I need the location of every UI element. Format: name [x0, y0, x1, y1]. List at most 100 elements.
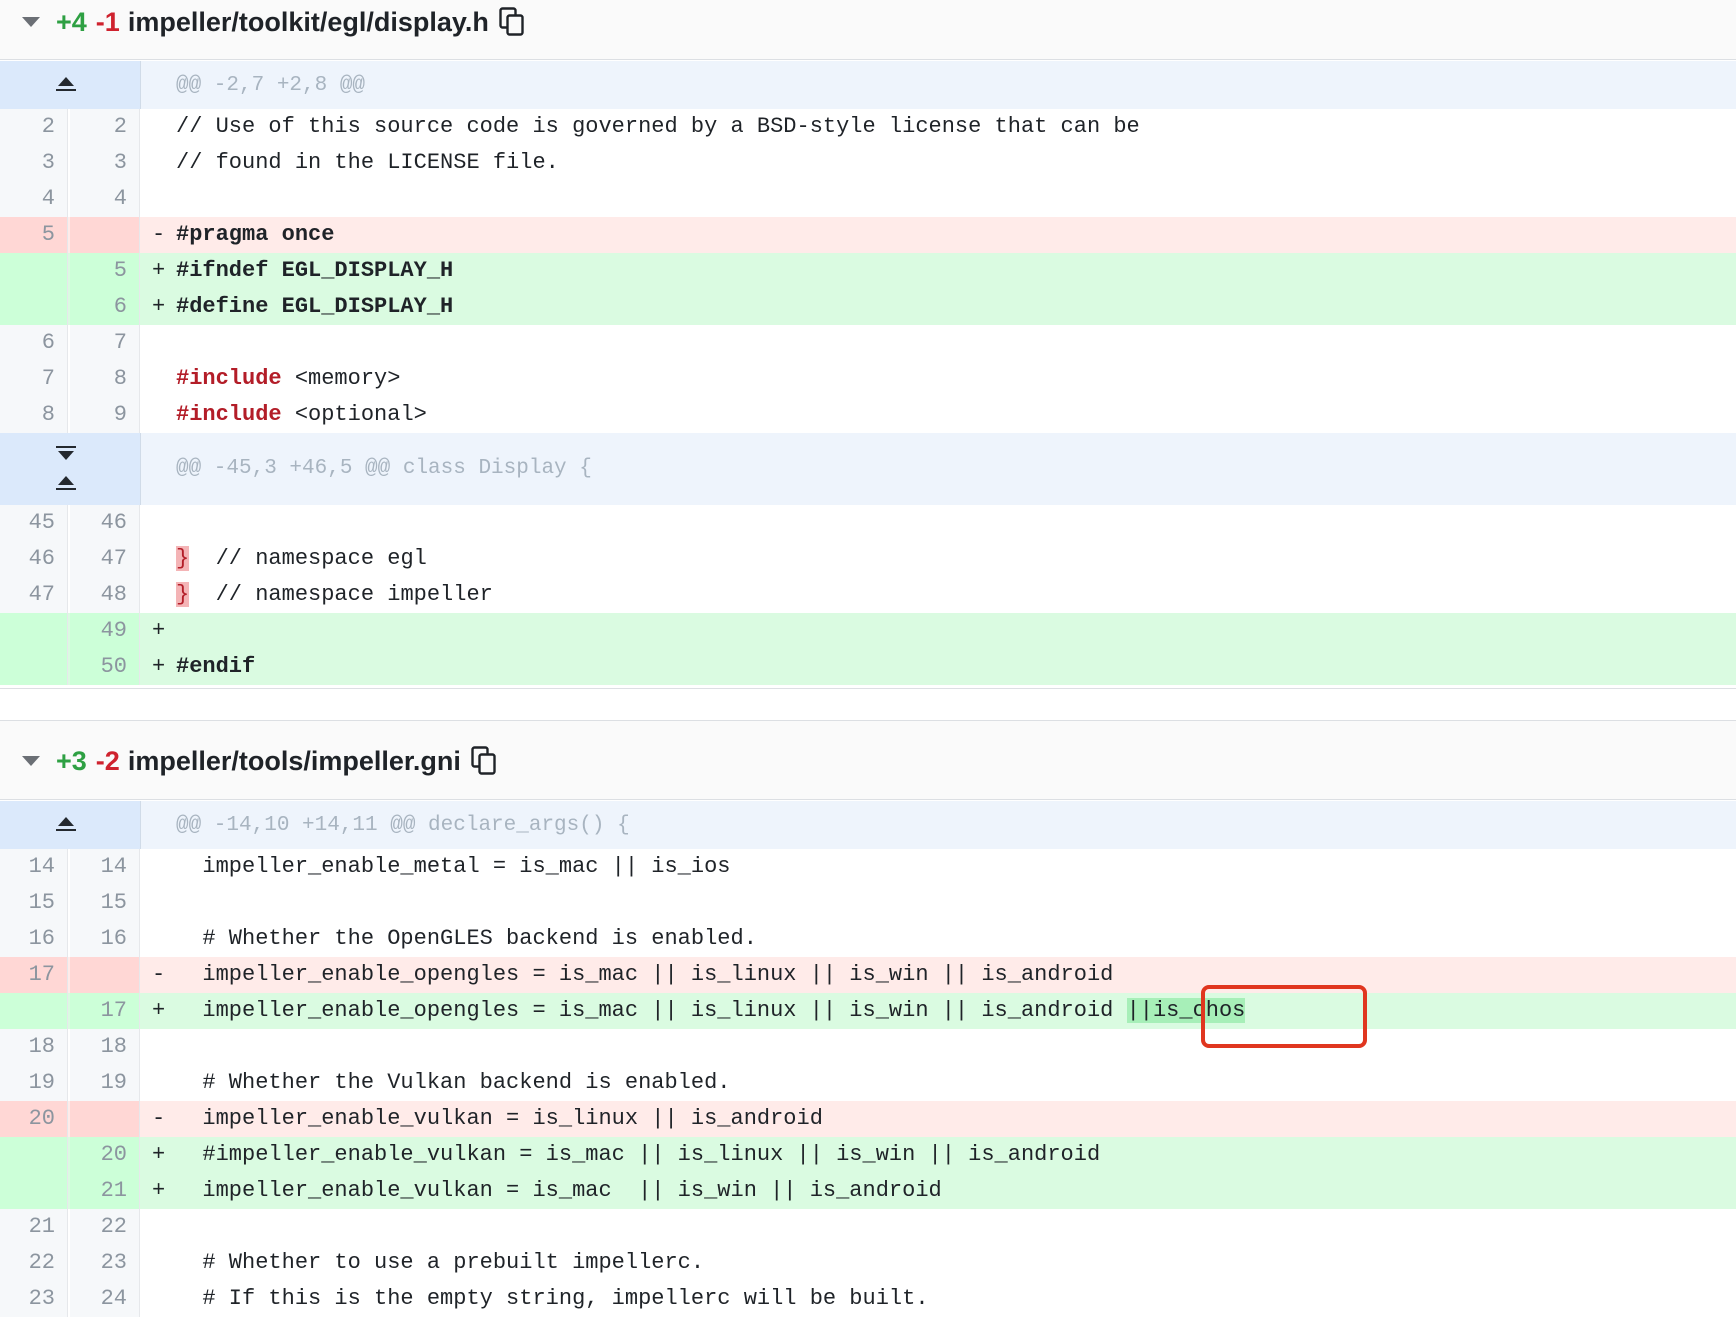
file-header: +4 -1 impeller/toolkit/egl/display.h [0, 0, 1736, 60]
diff-line: 6 7 [0, 325, 1736, 361]
hunk-header: @@ -45,3 +46,5 @@ class Display { [0, 433, 1736, 505]
expand-gutter [0, 433, 141, 505]
new-line-number[interactable]: 24 [70, 1281, 140, 1317]
new-line-number[interactable]: 5 [70, 253, 140, 289]
file-separator [0, 688, 1736, 689]
new-line-number[interactable]: 19 [70, 1065, 140, 1101]
collapse-chevron-icon[interactable] [22, 756, 40, 766]
diff-line: 14 14 impeller_enable_metal = is_mac || … [0, 849, 1736, 885]
expand-up-icon[interactable] [58, 476, 74, 485]
old-line-number[interactable]: 3 [0, 145, 68, 181]
code-rest: // namespace egl [189, 546, 427, 571]
new-line-number[interactable]: 9 [70, 397, 140, 433]
new-line-number[interactable]: 50 [70, 649, 140, 685]
old-line-number[interactable]: 20 [0, 1101, 68, 1137]
old-line-number[interactable]: 18 [0, 1029, 68, 1065]
annotation-highlight-box [1201, 985, 1367, 1048]
file-name[interactable]: impeller/toolkit/egl/display.h [128, 7, 489, 38]
old-line-number[interactable] [0, 1173, 68, 1209]
code-rest: <optional> [281, 402, 427, 427]
code-keyword: #endif [176, 654, 256, 679]
diff-line: 8 9 #include <optional> [0, 397, 1736, 433]
new-line-number[interactable]: 2 [70, 109, 140, 145]
new-line-number[interactable]: 18 [70, 1029, 140, 1065]
new-line-number[interactable]: 3 [70, 145, 140, 181]
old-line-number[interactable]: 16 [0, 921, 68, 957]
new-line-number[interactable]: 4 [70, 181, 140, 217]
added-line: 6 + #define EGL_DISPLAY_H [0, 289, 1736, 325]
new-line-number[interactable] [70, 957, 140, 993]
hunk-header: @@ -14,10 +14,11 @@ declare_args() { [0, 801, 1736, 849]
new-line-number[interactable]: 21 [70, 1173, 140, 1209]
new-line-number[interactable]: 7 [70, 325, 140, 361]
old-line-number[interactable]: 7 [0, 361, 68, 397]
diff-line: 19 19 # Whether the Vulkan backend is en… [0, 1065, 1736, 1101]
old-line-number[interactable]: 15 [0, 885, 68, 921]
old-line-number[interactable] [0, 253, 68, 289]
old-line-number[interactable]: 45 [0, 505, 68, 541]
old-line-number[interactable]: 19 [0, 1065, 68, 1101]
new-line-number[interactable]: 47 [70, 541, 140, 577]
old-line-number[interactable] [0, 1137, 68, 1173]
old-line-number[interactable]: 4 [0, 181, 68, 217]
file-name[interactable]: impeller/tools/impeller.gni [128, 746, 461, 777]
diff-line: 22 23 # Whether to use a prebuilt impell… [0, 1245, 1736, 1281]
old-line-number[interactable] [0, 289, 68, 325]
new-line-number[interactable]: 49 [70, 613, 140, 649]
code-text: impeller_enable_metal = is_mac || is_ios [176, 854, 731, 879]
expand-gutter [0, 61, 141, 109]
new-line-number[interactable]: 48 [70, 577, 140, 613]
new-line-number[interactable]: 17 [70, 993, 140, 1029]
expand-bar [56, 446, 76, 448]
code-text: impeller_enable_vulkan = is_linux || is_… [176, 1106, 823, 1131]
old-line-number[interactable]: 14 [0, 849, 68, 885]
new-line-number[interactable]: 15 [70, 885, 140, 921]
old-line-number[interactable]: 2 [0, 109, 68, 145]
code-text: } // namespace egl [176, 541, 427, 577]
code-text: # Whether to use a prebuilt impellerc. [176, 1250, 705, 1275]
new-line-number[interactable]: 6 [70, 289, 140, 325]
new-line-number[interactable]: 22 [70, 1209, 140, 1245]
code-keyword: #include [176, 402, 282, 427]
code-text: # Whether the Vulkan backend is enabled. [176, 1070, 731, 1095]
new-line-number[interactable]: 8 [70, 361, 140, 397]
diff-line: 7 8 #include <memory> [0, 361, 1736, 397]
diff-sign: - [152, 1106, 166, 1131]
old-line-number[interactable]: 6 [0, 325, 68, 361]
new-line-number[interactable] [70, 217, 140, 253]
old-line-number[interactable] [0, 613, 68, 649]
diff-table: @@ -14,10 +14,11 @@ declare_args() { 14 … [0, 801, 1736, 1317]
new-line-number[interactable]: 23 [70, 1245, 140, 1281]
copy-path-icon[interactable] [499, 7, 525, 37]
copy-path-icon[interactable] [471, 746, 497, 776]
old-line-number[interactable]: 22 [0, 1245, 68, 1281]
lines-added-count: +3 [56, 745, 87, 776]
code-keyword: #ifndef EGL_DISPLAY_H [176, 258, 454, 283]
old-line-number[interactable]: 17 [0, 957, 68, 993]
code-text: // found in the LICENSE file. [176, 150, 559, 175]
new-line-number[interactable] [70, 1101, 140, 1137]
collapse-chevron-icon[interactable] [22, 17, 40, 27]
diff-sign: - [152, 222, 166, 247]
old-line-number[interactable]: 21 [0, 1209, 68, 1245]
new-line-number[interactable]: 16 [70, 921, 140, 957]
deleted-line: 5 - #pragma once [0, 217, 1736, 253]
old-line-number[interactable]: 46 [0, 541, 68, 577]
expand-bar [56, 89, 76, 91]
lines-added-count: +4 [56, 6, 87, 37]
expand-up-icon[interactable] [58, 77, 74, 86]
new-line-number[interactable]: 14 [70, 849, 140, 885]
expand-up-icon[interactable] [58, 817, 74, 826]
diff-sign: + [152, 654, 166, 679]
old-line-number[interactable]: 5 [0, 217, 68, 253]
expand-down-icon[interactable] [58, 451, 74, 460]
old-line-number[interactable] [0, 993, 68, 1029]
old-line-number[interactable]: 8 [0, 397, 68, 433]
old-line-number[interactable] [0, 649, 68, 685]
code-keyword: #include [176, 366, 282, 391]
old-line-number[interactable]: 47 [0, 577, 68, 613]
new-line-number[interactable]: 46 [70, 505, 140, 541]
new-line-number[interactable]: 20 [70, 1137, 140, 1173]
old-line-number[interactable]: 23 [0, 1281, 68, 1317]
code-text: // Use of this source code is governed b… [176, 114, 1140, 139]
